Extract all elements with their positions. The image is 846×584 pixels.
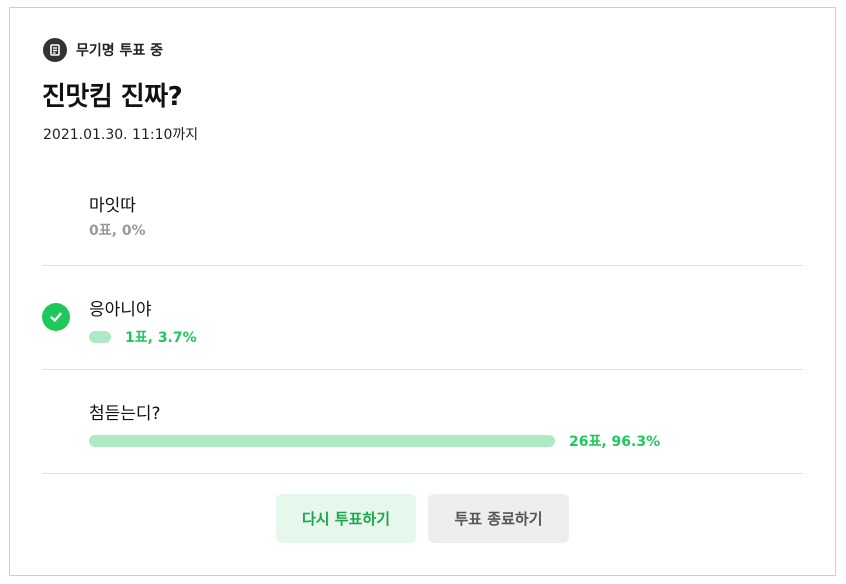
option-bar — [89, 435, 555, 447]
option-stat: 1표, 3.7% — [125, 330, 197, 346]
poll-status: 무기명 투표 중 — [76, 43, 164, 59]
option-divider — [42, 369, 803, 370]
option-stat: 0표, 0% — [89, 223, 146, 239]
poll-icon — [43, 38, 67, 62]
option-label: 첨듣는디? — [89, 404, 161, 424]
revote-button[interactable]: 다시 투표하기 — [276, 494, 416, 543]
poll-title: 진맛킴 진짜? — [42, 82, 183, 112]
poll-header: 무기명 투표 중 — [43, 38, 163, 62]
check-circle-icon — [42, 303, 70, 331]
option-bar — [89, 331, 111, 343]
poll-card: 무기명 투표 중 진맛킴 진짜? 2021.01.30. 11:10까지 마잇따… — [9, 7, 836, 576]
option-result: 1표, 3.7% — [89, 327, 197, 347]
option-label: 마잇따 — [89, 196, 136, 216]
poll-option-2[interactable]: 응아니야 1표, 3.7% — [42, 292, 803, 352]
option-result: 26표, 96.3% — [89, 431, 660, 451]
option-divider — [42, 265, 803, 266]
poll-deadline: 2021.01.30. 11:10까지 — [43, 127, 199, 143]
poll-option-1[interactable]: 마잇따 0표, 0% — [42, 188, 803, 248]
option-bar-fill — [89, 331, 111, 343]
end-poll-button[interactable]: 투표 종료하기 — [428, 494, 569, 543]
option-bar-fill — [89, 435, 555, 447]
option-label: 응아니야 — [89, 300, 152, 320]
poll-option-3[interactable]: 첨듣는디? 26표, 96.3% — [42, 396, 803, 456]
option-divider — [42, 473, 803, 474]
option-stat: 26표, 96.3% — [569, 434, 661, 450]
